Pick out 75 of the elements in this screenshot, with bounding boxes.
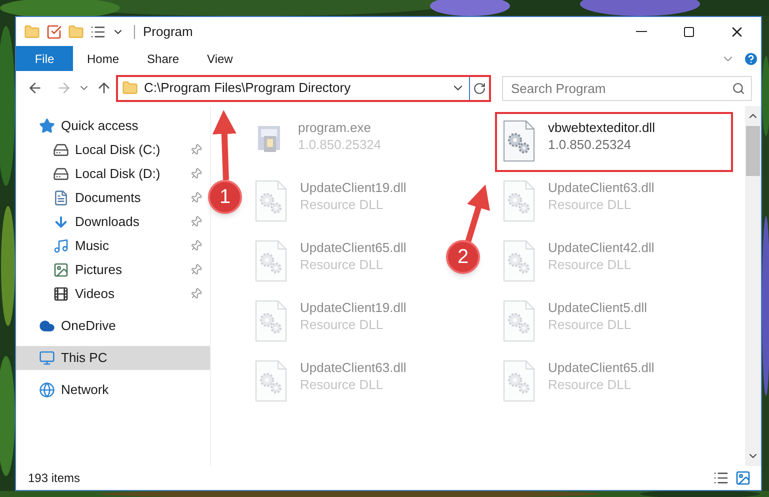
nav-item[interactable]: Videos	[16, 282, 210, 306]
large-icons-view-icon[interactable]	[735, 470, 751, 486]
cloud-icon	[39, 318, 55, 334]
search-field[interactable]: Search Program	[502, 76, 752, 100]
globe-icon	[39, 382, 55, 398]
nav-item[interactable]: Local Disk (D:)	[16, 162, 210, 186]
details-view-icon[interactable]	[713, 470, 729, 486]
file-item[interactable]: vbwebtexteditor.dll 1.0.850.25324	[495, 112, 733, 172]
download-icon	[53, 214, 69, 230]
maximize-icon	[683, 26, 695, 38]
file-detail: Resource DLL	[300, 196, 384, 214]
annotation-arrow	[465, 184, 490, 243]
settings-file-icon	[254, 240, 288, 282]
file-name: UpdateClient19.dll	[300, 180, 406, 196]
document-icon	[53, 190, 69, 206]
settings-file-icon	[502, 360, 536, 402]
search-icon[interactable]	[732, 82, 745, 94]
settings-file-icon	[254, 300, 288, 342]
file-name: UpdateClient5.dll	[548, 300, 648, 316]
file-detail: Resource DLL	[300, 376, 384, 394]
file-tab[interactable]: File	[16, 46, 73, 71]
file-detail: Resource DLL	[548, 316, 632, 334]
monitor-icon	[39, 350, 55, 366]
back-icon[interactable]	[27, 80, 43, 96]
nav-item[interactable]: Local Disk (C:)	[16, 138, 210, 162]
file-detail: Resource DLL	[548, 256, 632, 274]
settings-file-icon	[502, 180, 536, 222]
nav-item[interactable]: Downloads	[16, 210, 210, 234]
file-detail: Resource DLL	[548, 376, 632, 394]
file-name: UpdateClient19.dll	[300, 300, 406, 316]
annotation-arrow	[212, 110, 236, 180]
scrollbar[interactable]	[745, 106, 761, 466]
picture-icon	[53, 262, 69, 278]
file-name: UpdateClient63.dll	[548, 180, 654, 196]
ribbon-tab[interactable]: Home	[73, 46, 134, 71]
nav-item[interactable]: Network	[16, 378, 210, 402]
scrollbar-thumb[interactable]	[746, 126, 760, 176]
window-title: Program	[134, 24, 193, 38]
file-name: UpdateClient65.dll	[548, 360, 654, 376]
settings-file-icon	[502, 120, 536, 162]
drive-icon	[53, 142, 69, 158]
refresh-icon	[473, 82, 486, 94]
music-note-icon	[53, 238, 69, 254]
folder-icon	[122, 80, 138, 96]
view-icon[interactable]	[90, 24, 106, 40]
file-detail: Resource DLL	[300, 256, 384, 274]
settings-file-icon	[254, 180, 288, 222]
address-field[interactable]: C:\Program Files\Program Directory	[118, 76, 469, 100]
settings-file-icon	[502, 240, 536, 282]
nav-item[interactable]: This PC	[16, 346, 210, 370]
up-icon[interactable]	[96, 80, 112, 96]
file-detail: 1.0.850.25324	[548, 136, 632, 154]
ribbon-tab[interactable]: Share	[133, 46, 194, 71]
file-detail: Resource DLL	[300, 316, 384, 334]
file-name: program.exe	[298, 120, 372, 136]
ribbon-tab[interactable]: View	[193, 46, 247, 71]
help-icon[interactable]	[743, 50, 759, 66]
nav-item[interactable]: Pictures	[16, 258, 210, 282]
minimize-icon	[636, 31, 646, 32]
file-detail: Resource DLL	[548, 196, 632, 214]
drive-icon	[53, 166, 69, 182]
settings-file-icon	[254, 360, 288, 402]
nav-item[interactable]: Quick access	[16, 114, 210, 138]
settings-file-icon	[502, 300, 536, 342]
file-detail: 1.0.850.25324	[298, 136, 382, 154]
file-name: UpdateClient65.dll	[300, 240, 406, 256]
item-count: 193 items	[28, 470, 80, 487]
file-name: vbwebtexteditor.dll	[548, 120, 655, 136]
nav-item[interactable]: Documents	[16, 186, 210, 210]
file-name: UpdateClient63.dll	[300, 360, 406, 376]
star-icon	[39, 118, 55, 134]
file-name: UpdateClient42.dll	[548, 240, 654, 256]
nav-item[interactable]: OneDrive	[16, 314, 210, 338]
nav-item[interactable]: Music	[16, 234, 210, 258]
film-icon	[53, 286, 69, 302]
